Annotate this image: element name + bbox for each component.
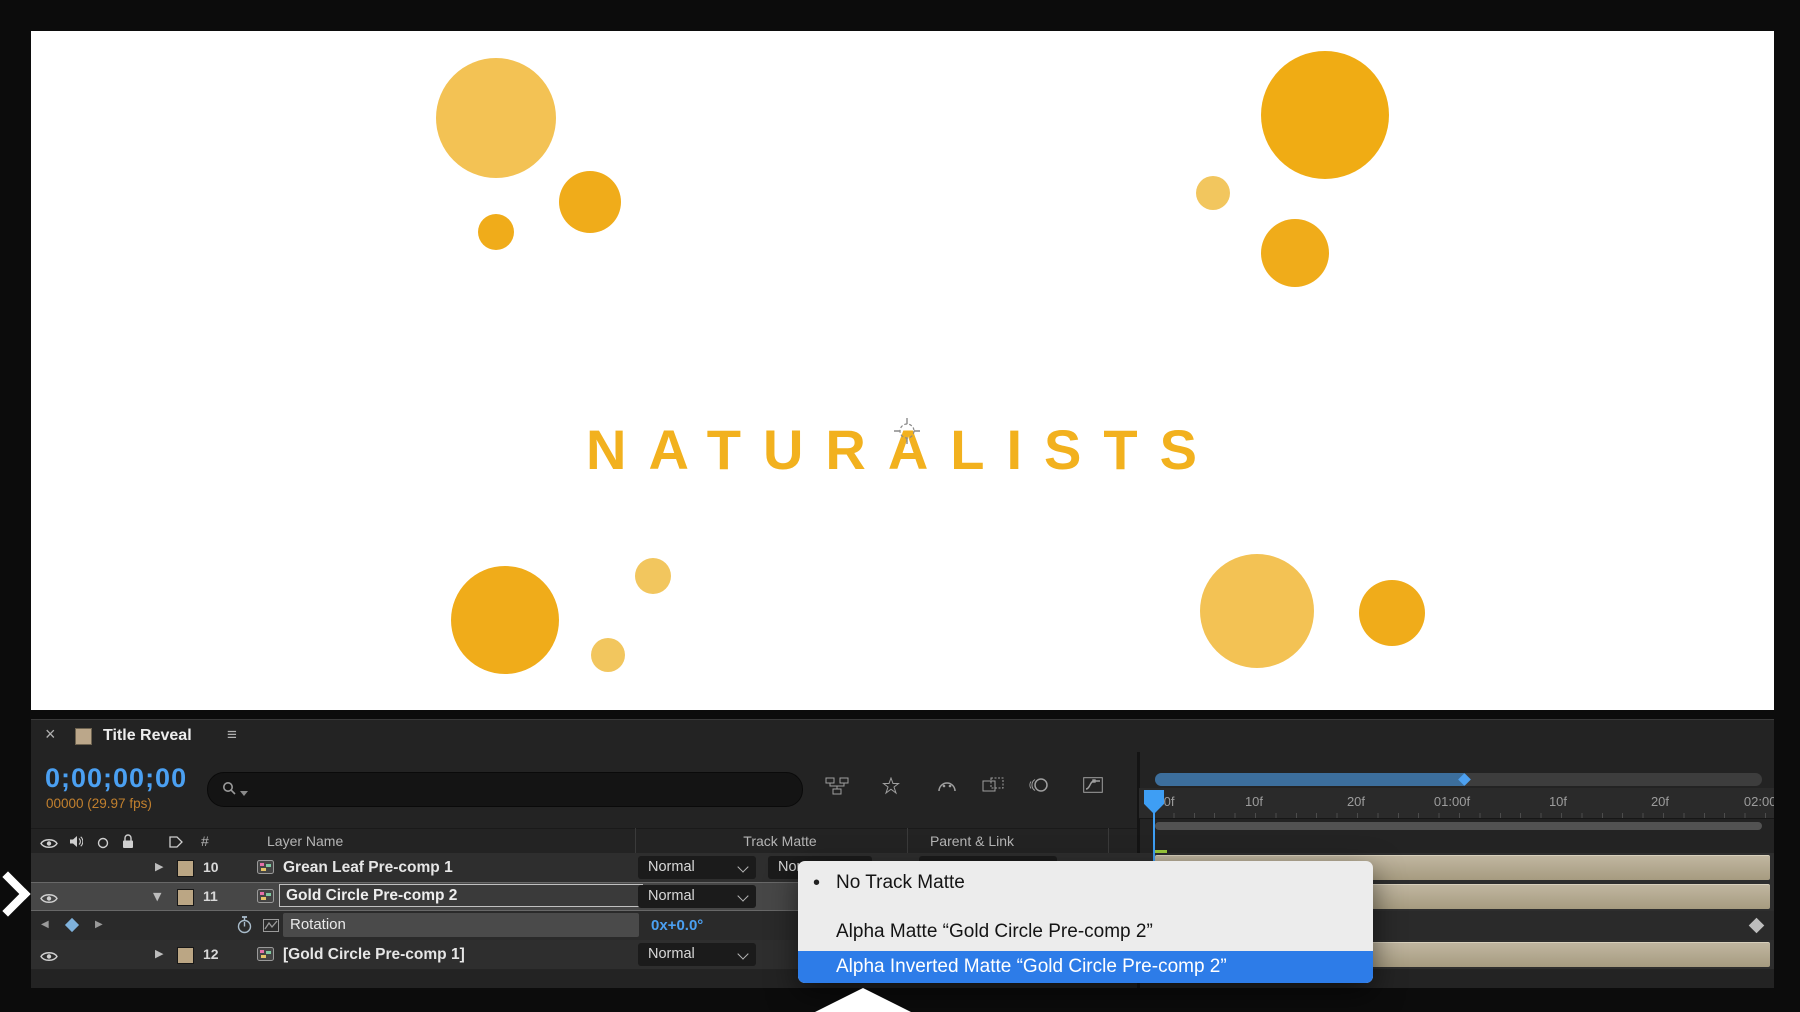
comp-tab-title[interactable]: Title Reveal bbox=[103, 727, 192, 745]
decorative-circle bbox=[1261, 219, 1329, 287]
menu-item-alpha-inverted-matte[interactable]: Alpha Inverted Matte “Gold Circle Pre-co… bbox=[798, 951, 1373, 983]
current-timecode[interactable]: 0;00;00;00 bbox=[45, 763, 187, 794]
graph-editor-icon[interactable] bbox=[1083, 777, 1109, 797]
menu-item-alpha-matte[interactable]: Alpha Matte “Gold Circle Pre-comp 2” bbox=[798, 917, 1373, 947]
number-column-header: # bbox=[201, 833, 209, 849]
chevron-down-icon bbox=[737, 948, 748, 959]
horizontal-scrollbar[interactable] bbox=[1155, 822, 1762, 830]
track-matte-column-header[interactable]: Track Matte bbox=[680, 833, 880, 849]
column-header-row: # Layer Name Track Matte Parent & Link bbox=[31, 828, 1137, 855]
frame-rate-label: 00000 (29.97 fps) bbox=[46, 796, 152, 811]
precomp-layer-icon bbox=[257, 947, 274, 966]
collapse-arrow-icon[interactable]: ▼ bbox=[153, 890, 161, 903]
draft-3d-icon[interactable] bbox=[881, 777, 907, 797]
layer-number: 11 bbox=[203, 888, 229, 904]
decorative-circle bbox=[1200, 554, 1314, 668]
selected-layer-name[interactable]: Gold Circle Pre-comp 2 bbox=[279, 884, 643, 907]
time-ruler[interactable]: 0:00f 10f 20f 01:00f 10f 20f 02:00f bbox=[1139, 788, 1774, 819]
label-column-tag-icon bbox=[169, 835, 183, 853]
composition-viewer[interactable]: NATURALISTS bbox=[31, 31, 1774, 710]
search-input[interactable] bbox=[254, 776, 788, 803]
ruler-label: 20f bbox=[1630, 794, 1690, 809]
audio-column-speaker-icon bbox=[69, 835, 83, 853]
layer-visibility-eye-icon[interactable] bbox=[40, 891, 58, 909]
layer-number: 12 bbox=[203, 946, 229, 962]
menu-item-no-track-matte[interactable]: • No Track Matte bbox=[798, 867, 1373, 899]
decorative-circle bbox=[591, 638, 625, 672]
decorative-circle bbox=[559, 171, 621, 233]
layer-name[interactable]: Grean Leaf Pre-comp 1 bbox=[283, 859, 453, 877]
layer-color-swatch[interactable] bbox=[177, 947, 194, 964]
property-name[interactable]: Rotation bbox=[283, 913, 639, 937]
app-window: NATURALISTS × Title Reveal ≡ 0;00;00;00 … bbox=[0, 0, 1800, 1012]
selected-bullet-icon: • bbox=[813, 867, 820, 899]
layer-visibility-eye-icon[interactable] bbox=[40, 949, 58, 967]
precomp-layer-icon bbox=[257, 889, 274, 908]
pan-behind-cursor-icon bbox=[893, 417, 921, 450]
parent-link-column-header[interactable]: Parent & Link bbox=[872, 833, 1072, 849]
layer-search-box[interactable] bbox=[207, 772, 803, 807]
chevron-down-icon bbox=[737, 890, 748, 901]
ruler-label: 10f bbox=[1224, 794, 1284, 809]
decorative-circle bbox=[1196, 176, 1230, 210]
blend-mode-dropdown[interactable]: Normal bbox=[638, 943, 756, 966]
layer-color-swatch[interactable] bbox=[177, 860, 194, 877]
ruler-label: 10f bbox=[1528, 794, 1588, 809]
blend-mode-dropdown[interactable]: Normal bbox=[638, 856, 756, 879]
panel-expand-chevron-icon[interactable] bbox=[0, 871, 31, 916]
frame-blending-icon[interactable] bbox=[982, 777, 1008, 797]
search-options-caret-icon[interactable] bbox=[240, 791, 248, 796]
search-icon bbox=[222, 781, 237, 796]
motion-blur-icon[interactable] bbox=[1027, 777, 1053, 797]
layer-name-column-header[interactable]: Layer Name bbox=[267, 833, 343, 849]
blend-mode-dropdown[interactable]: Normal bbox=[638, 885, 756, 908]
ruler-label: 02:00f bbox=[1732, 794, 1774, 809]
previous-keyframe-icon[interactable]: ◀ bbox=[41, 919, 49, 930]
close-tab-icon[interactable]: × bbox=[45, 725, 56, 743]
shy-layers-icon[interactable] bbox=[937, 777, 963, 797]
white-cursor-triangle bbox=[815, 988, 911, 1012]
track-matte-context-menu: • No Track Matte Alpha Matte “Gold Circl… bbox=[798, 861, 1373, 983]
keyframe-diamond-icon[interactable] bbox=[1749, 918, 1765, 934]
comp-color-swatch bbox=[75, 728, 92, 745]
expand-arrow-icon[interactable]: ▶ bbox=[155, 860, 163, 873]
layer-name[interactable]: [Gold Circle Pre-comp 1] bbox=[283, 946, 465, 964]
composition-flowchart-icon[interactable] bbox=[825, 777, 851, 797]
decorative-circle bbox=[1359, 580, 1425, 646]
decorative-circle bbox=[1261, 51, 1389, 179]
solo-column-icon bbox=[97, 836, 109, 854]
decorative-circle bbox=[478, 214, 514, 250]
layer-color-swatch[interactable] bbox=[177, 889, 194, 906]
chevron-down-icon bbox=[737, 861, 748, 872]
video-column-eye-icon bbox=[40, 836, 58, 854]
graph-icon[interactable] bbox=[263, 919, 279, 937]
panel-menu-icon[interactable]: ≡ bbox=[227, 725, 237, 745]
next-keyframe-icon[interactable]: ▶ bbox=[95, 919, 103, 930]
expand-arrow-icon[interactable]: ▶ bbox=[155, 947, 163, 960]
decorative-circle bbox=[436, 58, 556, 178]
stopwatch-icon[interactable] bbox=[237, 916, 252, 939]
lock-column-icon bbox=[122, 834, 134, 854]
precomp-layer-icon bbox=[257, 860, 274, 879]
ruler-ticks bbox=[1153, 813, 1774, 818]
decorative-circle bbox=[635, 558, 671, 594]
rotation-value[interactable]: 0x+0.0° bbox=[651, 917, 703, 934]
decorative-circle bbox=[451, 566, 559, 674]
ruler-label: 01:00f bbox=[1422, 794, 1482, 809]
layer-number: 10 bbox=[203, 859, 229, 875]
ruler-label: 20f bbox=[1326, 794, 1386, 809]
add-keyframe-icon[interactable] bbox=[65, 918, 79, 932]
